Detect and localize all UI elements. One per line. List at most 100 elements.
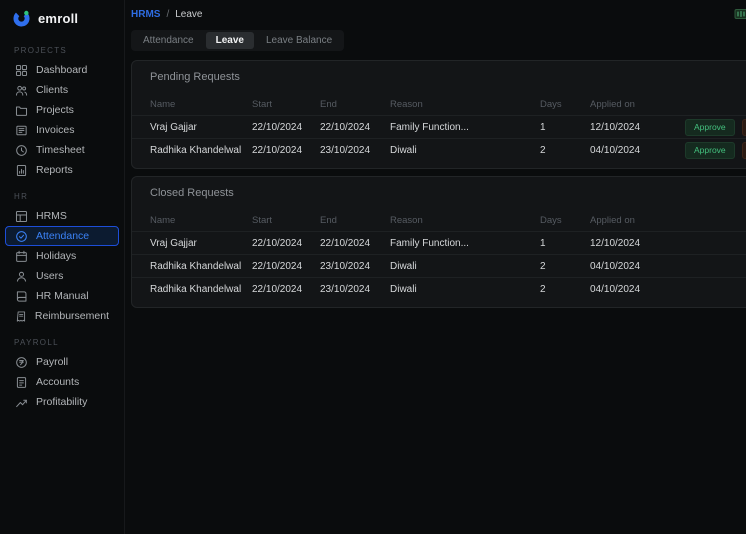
topbar: HRMS / Leave — [131, 0, 746, 24]
sidebar-item-accounts[interactable]: Accounts — [5, 372, 119, 392]
closed-table-row: Vraj Gajjar22/10/202422/10/2024Family Fu… — [132, 231, 746, 254]
sidebar-item-invoices[interactable]: Invoices — [5, 120, 119, 140]
invoice-icon — [15, 124, 28, 137]
column-header-days: Days — [540, 99, 590, 110]
breadcrumb-current: Leave — [175, 9, 202, 20]
dashboard-icon — [15, 64, 28, 77]
pending-table-header: NameStartEndReasonDaysApplied on — [132, 94, 746, 115]
closed-table-row: Radhika Khandelwal22/10/202423/10/2024Di… — [132, 254, 746, 277]
column-header-end: End — [320, 215, 390, 226]
sidebar-item-label: Profitability — [36, 396, 87, 408]
sidebar-item-label: Accounts — [36, 376, 79, 388]
doc-icon — [15, 376, 28, 389]
closed-table-header: NameStartEndReasonDaysApplied on — [132, 210, 746, 231]
closed-requests-title: Closed Requests — [132, 177, 746, 210]
column-header-start: Start — [252, 215, 320, 226]
sidebar-section-label-payroll: Payroll — [0, 326, 124, 352]
sidebar-item-attendance[interactable]: Attendance — [5, 226, 119, 246]
breadcrumb: HRMS / Leave — [131, 9, 202, 20]
sidebar-item-hrms[interactable]: HRMS — [5, 206, 119, 226]
pending-requests-card: Pending Requests NameStartEndReasonDaysA… — [131, 60, 746, 169]
column-header-applied-on: Applied on — [590, 215, 685, 226]
reject-button[interactable]: Reject — [742, 119, 746, 136]
sidebar-item-reports[interactable]: Reports — [5, 160, 119, 180]
cell-actions: Approve Reject — [685, 119, 746, 136]
sidebar-item-payroll[interactable]: Payroll — [5, 352, 119, 372]
tab-leave-balance[interactable]: Leave Balance — [256, 32, 342, 49]
sidebar-item-projects[interactable]: Projects — [5, 100, 119, 120]
cell-actions: Approve Reject — [685, 142, 746, 159]
approve-button[interactable]: Approve — [685, 142, 735, 159]
cell-applied: 04/10/2024 — [590, 145, 685, 156]
cell-reason: Diwali — [390, 284, 540, 295]
sidebar-item-label: Holidays — [36, 250, 76, 262]
sidebar-section-label-projects: Projects — [0, 34, 124, 60]
breadcrumb-root-link[interactable]: HRMS — [131, 9, 160, 20]
trend-icon — [15, 396, 28, 409]
cell-status: Rejected — [685, 284, 746, 295]
cell-days: 2 — [540, 261, 590, 272]
clock-check-icon — [15, 230, 28, 243]
column-header-reason: Reason — [390, 215, 540, 226]
coin-icon — [15, 356, 28, 369]
cell-name: Radhika Khandelwal — [150, 261, 252, 272]
tab-leave[interactable]: Leave — [206, 32, 254, 49]
sidebar-item-label: Invoices — [36, 124, 75, 136]
sidebar-item-dashboard[interactable]: Dashboard — [5, 60, 119, 80]
cell-reason: Family Function... — [390, 238, 540, 249]
reject-button[interactable]: Reject — [742, 142, 746, 159]
sidebar-item-label: HR Manual — [36, 290, 89, 302]
cell-reason: Family Function... — [390, 122, 540, 133]
sidebar-item-label: Clients — [36, 84, 68, 96]
sidebar-item-holidays[interactable]: Holidays — [5, 246, 119, 266]
cell-end: 23/10/2024 — [320, 284, 390, 295]
sidebar-item-reimbursement[interactable]: Reimbursement — [5, 306, 119, 326]
sidebar-item-label: Reports — [36, 164, 73, 176]
sidebar-item-profitability[interactable]: Profitability — [5, 392, 119, 412]
sidebar-item-clients[interactable]: Clients — [5, 80, 119, 100]
cell-applied: 04/10/2024 — [590, 284, 685, 295]
cell-name: Radhika Khandelwal — [150, 145, 252, 156]
cell-name: Vraj Gajjar — [150, 238, 252, 249]
cell-end: 22/10/2024 — [320, 122, 390, 133]
calendar-icon — [15, 250, 28, 263]
flag-icon[interactable] — [734, 7, 746, 21]
cell-applied: 12/10/2024 — [590, 238, 685, 249]
cell-applied: 12/10/2024 — [590, 122, 685, 133]
sidebar-item-users[interactable]: Users — [5, 266, 119, 286]
closed-table-row: Radhika Khandelwal22/10/202423/10/2024Di… — [132, 277, 746, 300]
clients-icon — [15, 84, 28, 97]
cell-reason: Diwali — [390, 261, 540, 272]
cell-days: 1 — [540, 238, 590, 249]
cell-name: Radhika Khandelwal — [150, 284, 252, 295]
approve-button[interactable]: Approve — [685, 119, 735, 136]
brand-logo-icon — [12, 9, 31, 28]
cell-end: 23/10/2024 — [320, 261, 390, 272]
sidebar-item-label: Payroll — [36, 356, 68, 368]
sidebar-item-label: HRMS — [36, 210, 67, 222]
topbar-icons — [734, 6, 746, 23]
sidebar-item-hr-manual[interactable]: HR Manual — [5, 286, 119, 306]
main-area: HRMS / Leave — [125, 0, 746, 534]
tab-attendance[interactable]: Attendance — [133, 32, 204, 49]
column-header-name: Name — [150, 215, 252, 226]
brand-logo[interactable]: emroll — [0, 7, 124, 34]
receipt-icon — [15, 310, 27, 323]
cell-start: 22/10/2024 — [252, 145, 320, 156]
cell-applied: 04/10/2024 — [590, 261, 685, 272]
sidebar: emroll Projects Dashboard Clients Projects I… — [0, 0, 125, 534]
folder-icon — [15, 104, 28, 117]
cell-reason: Diwali — [390, 145, 540, 156]
cell-status: Rejected — [685, 261, 746, 272]
pending-table-row: Radhika Khandelwal22/10/202423/10/2024Di… — [132, 138, 746, 161]
closed-table-body: Vraj Gajjar 22/10/2024 22/10/2024 Family Fu… — [132, 231, 746, 300]
cell-start: 22/10/2024 — [252, 284, 320, 295]
sidebar-item-timesheet[interactable]: Timesheet — [5, 140, 119, 160]
sidebar-item-label: Users — [36, 270, 63, 282]
breadcrumb-separator: / — [166, 9, 169, 20]
cell-end: 23/10/2024 — [320, 145, 390, 156]
cell-start: 22/10/2024 — [252, 261, 320, 272]
sidebar-section-label-hr: HR — [0, 180, 124, 206]
closed-requests-card: Closed Requests NameStartEndReasonDaysAp… — [131, 176, 746, 308]
sidebar-item-label: Dashboard — [36, 64, 87, 76]
